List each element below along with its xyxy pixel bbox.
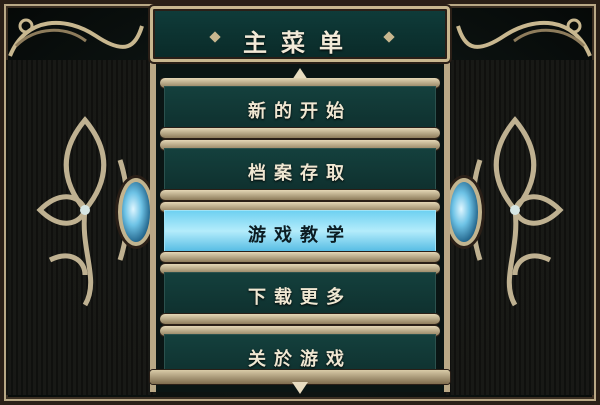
title-plate: 主菜单 [150, 6, 450, 62]
menu-item-label: 下载更多 [248, 287, 352, 308]
gem-icon [446, 178, 482, 246]
menu-item-label: 新的开始 [248, 101, 352, 122]
menu-item-new-game[interactable]: 新的开始 [164, 86, 436, 128]
rail-divider [160, 128, 440, 138]
gem-icon [118, 178, 154, 246]
rail-divider [160, 252, 440, 262]
menu-list: 新的开始 档案存取 游戏教学 下载更多 关於游戏 [160, 78, 440, 378]
menu-item-label: 档案存取 [248, 163, 352, 184]
menu-item-label: 关於游戏 [248, 349, 352, 370]
page-title: 主菜单 [243, 28, 357, 57]
menu-item-download-more[interactable]: 下载更多 [164, 272, 436, 314]
corner-scroll-icon [8, 18, 144, 57]
rail-divider [160, 314, 440, 324]
arrow-down-icon[interactable] [292, 382, 308, 394]
corner-scroll-icon [456, 18, 592, 57]
main-menu-screen: 主菜单 新的开始 档案存取 游戏教学 下载更多 关於游戏 [0, 0, 600, 405]
rail-divider [160, 190, 440, 200]
menu-item-save-load[interactable]: 档案存取 [164, 148, 436, 190]
menu-item-tutorial[interactable]: 游戏教学 [164, 210, 436, 252]
menu-item-label: 游戏教学 [248, 225, 352, 246]
